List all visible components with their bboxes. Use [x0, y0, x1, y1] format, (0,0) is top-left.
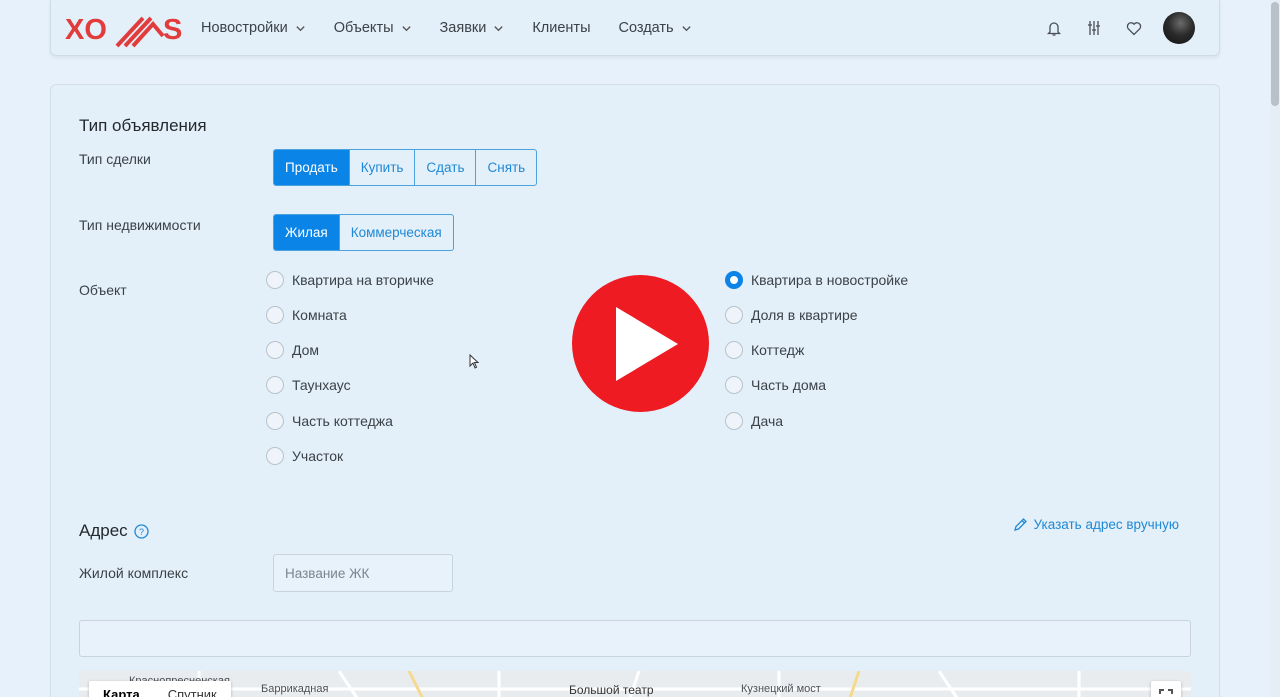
radio-label: Участок — [292, 448, 344, 464]
nav-item-novostroyki[interactable]: Новостройки — [201, 20, 306, 36]
object-radio-dacha[interactable]: Дача — [725, 412, 783, 430]
object-radio-cottage-part[interactable]: Часть коттеджа — [266, 412, 393, 430]
help-icon[interactable]: ? — [134, 523, 149, 539]
object-radio-secondary-flat[interactable]: Квартира на вторичке — [266, 271, 434, 289]
svg-text:?: ? — [139, 527, 144, 537]
radio-label: Комната — [292, 307, 347, 323]
chevron-down-icon — [681, 25, 691, 31]
logo-text-right: S — [163, 14, 182, 46]
section-title-address: Адрес ? — [79, 521, 149, 541]
nav-item-label: Заявки — [439, 20, 487, 36]
complex-label: Жилой комплекс — [79, 565, 189, 581]
radio-button[interactable] — [266, 447, 284, 465]
deal-sell-button[interactable]: Продать — [274, 150, 350, 185]
property-residential-button[interactable]: Жилая — [274, 215, 340, 250]
heart-icon[interactable] — [1125, 19, 1143, 37]
play-icon — [616, 307, 678, 381]
section-title-listing-type: Тип объявления — [79, 116, 207, 135]
pencil-icon — [1013, 518, 1027, 531]
map-type-tabs: Карта Спутник — [89, 681, 231, 697]
radio-button[interactable] — [725, 412, 743, 430]
nav-item-label: Новостройки — [201, 20, 288, 36]
avatar[interactable] — [1163, 12, 1195, 44]
nav-item-zayavki[interactable]: Заявки — [440, 20, 505, 36]
radio-label: Дом — [292, 342, 320, 358]
radio-button[interactable] — [266, 341, 284, 359]
address-title: Адрес — [79, 521, 128, 540]
radio-button[interactable] — [725, 376, 743, 394]
radio-button[interactable] — [725, 306, 743, 324]
nav-item-obekty[interactable]: Объекты — [334, 20, 412, 36]
radio-label: Дача — [751, 413, 784, 429]
radio-label: Коттедж — [751, 342, 805, 358]
radio-label: Доля в квартире — [751, 307, 858, 323]
radio-button[interactable] — [266, 376, 284, 394]
scrollbar-thumb[interactable] — [1271, 2, 1279, 106]
nav-actions — [1023, 12, 1195, 44]
map[interactable]: Краснопресненская Баррикадная Большой те… — [79, 671, 1191, 697]
top-navbar: XO S Новостройки Объекты Заявки Клиенты … — [50, 0, 1220, 56]
main-menu: Новостройки Объекты Заявки Клиенты Созда… — [201, 0, 720, 56]
mouse-cursor-icon — [469, 354, 479, 369]
radio-button[interactable] — [266, 271, 284, 289]
nav-item-klienty[interactable]: Клиенты — [532, 20, 590, 36]
object-label: Объект — [79, 282, 127, 298]
deal-rent-button[interactable]: Снять — [476, 150, 536, 185]
radio-label: Часть дома — [751, 377, 827, 393]
play-button[interactable] — [572, 275, 709, 412]
logo[interactable]: XO S — [65, 8, 183, 48]
object-radio-house-part[interactable]: Часть дома — [725, 376, 826, 394]
deal-rent-out-button[interactable]: Сдать — [415, 150, 477, 185]
fullscreen-icon[interactable] — [1151, 681, 1181, 697]
manual-address-label: Указать адрес вручную — [1033, 517, 1179, 532]
nav-item-label: Объекты — [333, 20, 394, 36]
deal-buy-button[interactable]: Купить — [350, 150, 416, 185]
bell-icon[interactable] — [1045, 19, 1063, 37]
logo-text-left: XO — [65, 14, 107, 46]
chevron-down-icon — [401, 25, 411, 31]
chevron-down-icon — [296, 25, 305, 31]
deal-type-label: Тип сделки — [79, 151, 151, 167]
chevron-down-icon — [494, 25, 503, 31]
deal-type-toggle: Продать Купить Сдать Снять — [273, 149, 538, 186]
object-radio-plot[interactable]: Участок — [266, 447, 343, 465]
object-radio-flat-share[interactable]: Доля в квартире — [725, 306, 858, 324]
address-input[interactable] — [79, 620, 1191, 657]
nav-item-label: Клиенты — [532, 20, 591, 36]
map-label-bolshoy-teatr: Большой театр — [569, 683, 654, 697]
radio-label: Квартира на вторичке — [292, 272, 434, 288]
radio-button-checked[interactable] — [725, 271, 743, 289]
map-label-kuznetsky-most: Кузнецкий мост — [741, 683, 821, 695]
radio-button[interactable] — [725, 341, 743, 359]
object-radio-townhouse[interactable]: Таунхаус — [266, 376, 351, 394]
sliders-icon[interactable] — [1085, 19, 1103, 37]
object-radio-cottage[interactable]: Коттедж — [725, 341, 804, 359]
radio-label: Часть коттеджа — [292, 413, 393, 429]
radio-button[interactable] — [266, 306, 284, 324]
map-label-barrikadnaya: Баррикадная — [261, 683, 329, 695]
property-type-toggle: Жилая Коммерческая — [273, 214, 454, 251]
property-commercial-button[interactable]: Коммерческая — [340, 215, 453, 250]
nav-item-sozdat[interactable]: Создать — [619, 20, 692, 36]
page-scrollbar[interactable] — [1270, 0, 1280, 697]
object-radio-house[interactable]: Дом — [266, 341, 319, 359]
radio-label: Квартира в новостройке — [751, 272, 909, 288]
map-tab-satellite[interactable]: Спутник — [154, 681, 231, 697]
nav-item-label: Создать — [618, 20, 674, 36]
object-radio-room[interactable]: Комната — [266, 306, 347, 324]
manual-address-link[interactable]: Указать адрес вручную — [1013, 517, 1179, 532]
radio-button[interactable] — [266, 412, 284, 430]
map-tab-map[interactable]: Карта — [89, 681, 154, 697]
radio-label: Таунхаус — [292, 377, 351, 393]
complex-name-input[interactable]: Название ЖК — [273, 554, 453, 592]
object-radio-new-building-flat[interactable]: Квартира в новостройке — [725, 271, 908, 289]
property-type-label: Тип недвижимости — [79, 217, 201, 233]
